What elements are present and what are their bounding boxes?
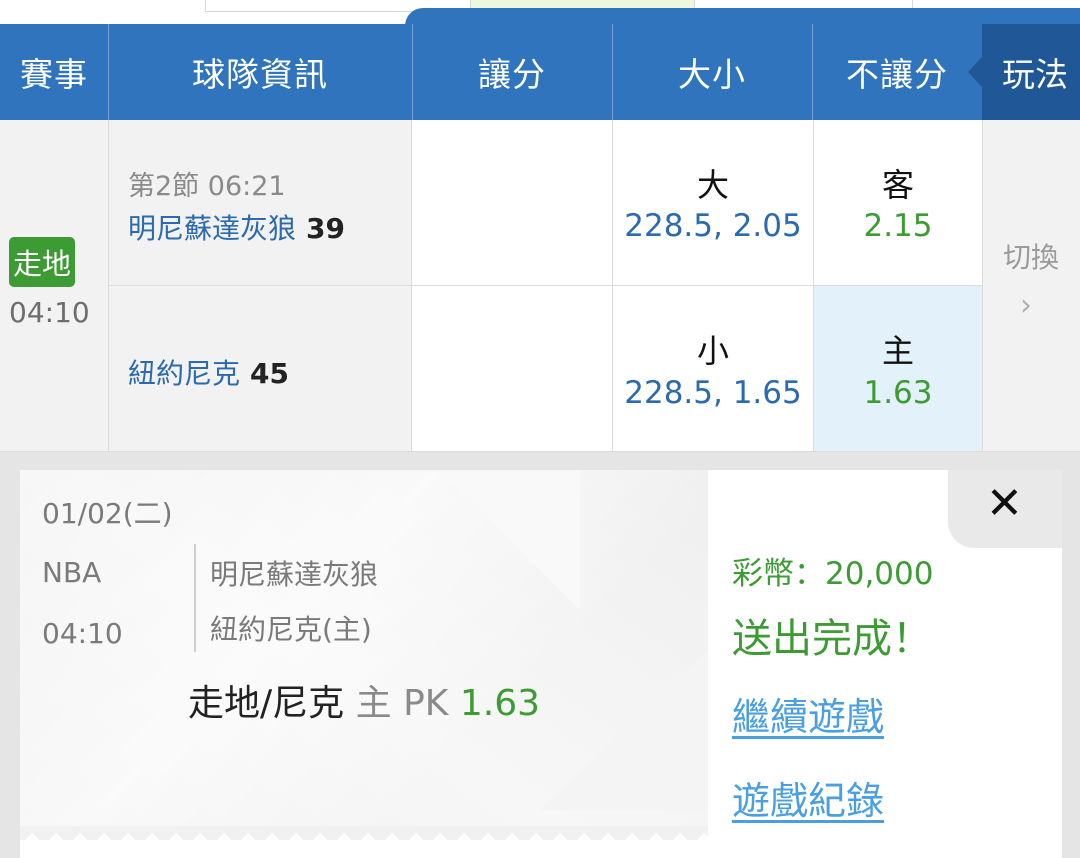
home-score: 45 bbox=[250, 357, 289, 390]
away-label: 客 bbox=[881, 166, 914, 204]
play-type-label: 玩法 bbox=[1002, 55, 1068, 94]
header-team-info: 球隊資訊 bbox=[192, 55, 328, 94]
home-odds: 1.63 bbox=[863, 375, 933, 411]
away-odds: 2.15 bbox=[863, 208, 933, 244]
over-label: 大 bbox=[696, 166, 729, 204]
slip-time: 04:10 bbox=[42, 617, 123, 650]
ticket-zigzag-edge bbox=[20, 826, 708, 840]
game-history-link[interactable]: 遊戲紀錄 bbox=[732, 770, 884, 825]
ticket-pattern bbox=[540, 650, 708, 810]
play-arrow bbox=[968, 57, 982, 87]
live-badge: 走地 bbox=[9, 237, 75, 287]
home-label: 主 bbox=[881, 332, 914, 370]
coins-balance: 彩幣：20,000 bbox=[732, 556, 934, 592]
play-type-button[interactable]: 玩法 bbox=[968, 24, 1080, 120]
slip-bet-odds: 1.63 bbox=[459, 683, 540, 724]
slip-bet-line: PK bbox=[403, 683, 449, 724]
slip-divider bbox=[194, 544, 196, 652]
ticket-pattern bbox=[440, 470, 580, 610]
under-value: 228.5, 1.65 bbox=[624, 375, 802, 411]
home-team: 紐約尼克 45 bbox=[128, 352, 289, 392]
continue-game-link[interactable]: 繼續遊戲 bbox=[732, 686, 884, 741]
slip-home-team: 紐約尼克(主) bbox=[210, 613, 372, 646]
slip-date: 01/02(二) bbox=[42, 497, 173, 530]
header-over-under: 大小 bbox=[678, 55, 746, 94]
handicap-away-cell[interactable] bbox=[412, 120, 613, 286]
header-handicap: 讓分 bbox=[478, 55, 546, 94]
slip-bet-summary: 走地/尼克 主 PK 1.63 bbox=[188, 674, 540, 726]
over-value: 228.5, 2.05 bbox=[624, 208, 802, 244]
close-icon[interactable]: ✕ bbox=[986, 478, 1023, 529]
away-score: 39 bbox=[306, 212, 345, 245]
top-strip bbox=[0, 0, 1080, 26]
submit-status: 送出完成！ bbox=[732, 616, 932, 662]
away-team: 明尼蘇達灰狼 39 bbox=[128, 207, 345, 247]
away-team-name: 明尼蘇達灰狼 bbox=[128, 212, 297, 245]
chevron-right-icon[interactable]: › bbox=[1020, 288, 1032, 323]
slip-bet-side: 主 bbox=[355, 683, 392, 724]
under-label: 小 bbox=[696, 332, 729, 370]
away-team-cell bbox=[109, 120, 412, 286]
slip-bet-type: 走地/尼克 bbox=[188, 683, 345, 724]
match-period: 第2節 06:21 bbox=[128, 171, 286, 202]
table-header: 賽事 球隊資訊 讓分 大小 不讓分 玩法 bbox=[0, 24, 1080, 120]
header-event: 賽事 bbox=[20, 55, 88, 94]
slip-league: NBA bbox=[42, 556, 102, 589]
slip-away-team: 明尼蘇達灰狼 bbox=[210, 558, 379, 591]
home-team-name: 紐約尼克 bbox=[128, 357, 241, 390]
match-time: 04:10 bbox=[9, 296, 90, 329]
header-moneyline: 不讓分 bbox=[846, 55, 948, 94]
switch-label[interactable]: 切換 bbox=[982, 236, 1080, 276]
handicap-home-cell[interactable] bbox=[412, 286, 613, 452]
